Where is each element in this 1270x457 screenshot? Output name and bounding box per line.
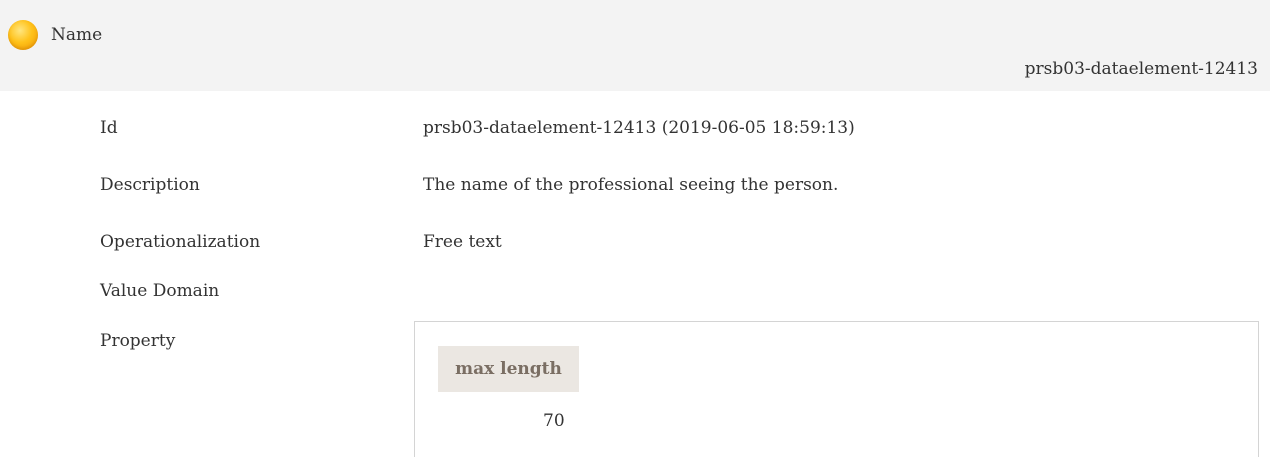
value-domain-label: Value Domain (100, 281, 220, 301)
id-value: prsb03-dataelement-12413 (2019-06-05 18:… (423, 118, 855, 138)
operationalization-label: Operationalization (100, 232, 261, 252)
concept-detail-page: Name prsb03-dataelement-12413 Id prsb03-… (0, 0, 1270, 457)
property-table: max length 70 (414, 321, 1259, 457)
property-cell-value: 70 (543, 411, 565, 431)
status-circle-icon (8, 20, 38, 50)
concept-id: prsb03-dataelement-12413 (1024, 59, 1258, 79)
description-label: Description (100, 175, 200, 195)
property-column-header: max length (438, 346, 579, 392)
concept-title: Name (51, 25, 103, 45)
description-value: The name of the professional seeing the … (423, 175, 839, 195)
property-label: Property (100, 331, 176, 351)
id-label: Id (100, 118, 118, 138)
operationalization-value: Free text (423, 232, 502, 252)
concept-header: Name prsb03-dataelement-12413 (0, 0, 1270, 91)
